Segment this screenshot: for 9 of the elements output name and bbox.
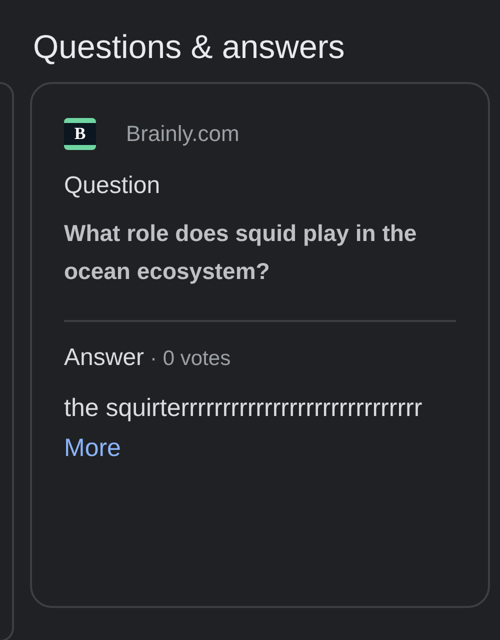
question-text: What role does squid play in the ocean ecosystem? (64, 219, 418, 286)
more-link[interactable]: More (64, 428, 121, 468)
source-name[interactable]: Brainly.com (126, 121, 240, 147)
question-label: Question (64, 172, 162, 200)
section-heading: Questions & answers (32, 27, 346, 67)
answer-label: Answer (64, 344, 144, 372)
answer-text: the squirterrrrrrrrrrrrrrrrrrrrrrrrrrrrr (64, 393, 424, 424)
vote-count: · 0 votes (150, 347, 231, 371)
site-logo-icon: B (64, 118, 96, 150)
